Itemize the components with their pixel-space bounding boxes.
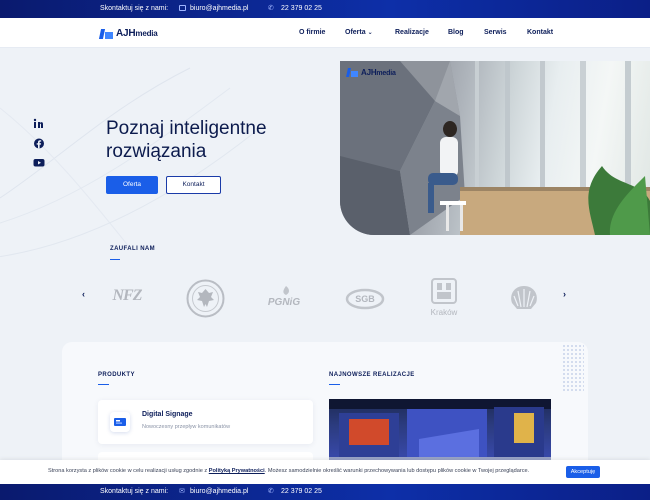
- offer-button[interactable]: Oferta: [106, 176, 158, 194]
- realization-image[interactable]: [329, 399, 551, 463]
- emblem-logo-icon: [186, 279, 225, 318]
- realizations-label: NAJNOWSZE REALIZACJE: [329, 372, 415, 378]
- client-logo-krakow: Kraków: [425, 278, 463, 320]
- flame-icon: [283, 286, 289, 295]
- hero-image-logo: AJHmedia: [346, 67, 396, 78]
- bottom-contact-bar: Skontaktuj się z nami: ✉ biuro@ajhmedia.…: [0, 484, 650, 500]
- site-logo[interactable]: AJHmedia: [98, 27, 158, 40]
- decorative-lines: [0, 67, 261, 258]
- nav-item-oferta-label: Oferta: [345, 29, 366, 36]
- contact-label: Skontaktuj się z nami:: [100, 5, 169, 12]
- youtube-icon[interactable]: [33, 157, 45, 168]
- mail-icon: ✉: [179, 488, 185, 495]
- email-link[interactable]: biuro@ajhmedia.pl: [190, 0, 248, 18]
- hero-image: [340, 61, 650, 235]
- logo-text-suffix: media: [135, 29, 158, 38]
- contact-button[interactable]: Kontakt: [166, 176, 221, 194]
- digital-signage-icon: [110, 412, 130, 432]
- phone-link[interactable]: 22 379 02 25: [281, 0, 322, 18]
- cookie-text-before: Strona korzysta z plików cookie w celu r…: [48, 468, 209, 474]
- chevron-down-icon: ⌄: [367, 30, 373, 36]
- cookie-accept-button[interactable]: Akceptuję: [566, 466, 600, 478]
- phone-icon: ✆: [268, 488, 274, 495]
- logo-text-main: AJH: [116, 28, 136, 39]
- mail-icon: [179, 5, 186, 11]
- client-logo-nfz: NFZ: [112, 287, 143, 304]
- hero-logo-text-main: AJH: [361, 68, 377, 77]
- linkedin-icon[interactable]: [33, 118, 45, 129]
- carousel-next-arrow[interactable]: ›: [563, 289, 566, 299]
- realization-photo-illustration: [329, 399, 551, 463]
- nav-item-oferta[interactable]: Oferta ⌄: [345, 18, 373, 48]
- logo-mark-icon: [98, 28, 113, 39]
- trusted-underline: [110, 259, 120, 260]
- privacy-policy-link[interactable]: Polityką Prywatności: [209, 468, 265, 474]
- bottom-contact-label: Skontaktuj się z nami:: [100, 488, 169, 495]
- krakow-crest-icon: [431, 278, 457, 304]
- product-title: Digital Signage: [142, 411, 193, 418]
- nav-item-kontakt[interactable]: Kontakt: [527, 18, 553, 48]
- nav-item-o-firmie[interactable]: O firmie: [299, 18, 325, 48]
- carousel-prev-arrow[interactable]: ‹: [82, 289, 85, 299]
- nav-item-serwis[interactable]: Serwis: [484, 18, 507, 48]
- products-underline: [98, 384, 109, 385]
- cookie-banner: Strona korzysta z plików cookie w celu r…: [0, 460, 650, 484]
- phone-icon: ✆: [268, 5, 274, 12]
- hero-title-line-2: rozwiązania: [106, 141, 207, 162]
- hero-title-line-1: Poznaj inteligentne: [106, 118, 267, 139]
- cookie-text-after: . Możesz samodzielnie określić warunki p…: [264, 468, 530, 474]
- client-logo-sgb: SGB: [345, 288, 385, 310]
- products-label: PRODUKTY: [98, 372, 135, 378]
- nav-item-realizacje[interactable]: Realizacje: [395, 18, 429, 48]
- hero-logo-text-suffix: media: [376, 70, 396, 77]
- hero-photo-illustration: [340, 61, 650, 235]
- nav-item-blog[interactable]: Blog: [448, 18, 464, 48]
- client-logo-pgnig: PGNiG: [262, 286, 306, 314]
- realizations-underline: [329, 384, 340, 385]
- bottom-phone-link[interactable]: 22 379 02 25: [281, 484, 322, 500]
- bottom-email-link[interactable]: biuro@ajhmedia.pl: [190, 484, 248, 500]
- top-contact-bar: Skontaktuj się z nami: biuro@ajhmedia.pl…: [0, 0, 650, 18]
- main-navigation: AJHmedia O firmie Oferta ⌄ Realizacje Blo…: [0, 18, 650, 48]
- product-card-digital-signage[interactable]: Digital Signage Nowoczesny przepływ komu…: [98, 400, 313, 444]
- decorative-dots: [562, 344, 584, 392]
- facebook-icon[interactable]: [33, 138, 45, 149]
- trusted-label: ZAUFALI NAM: [110, 246, 156, 252]
- hero-title: Poznaj inteligentne rozwiązania: [106, 117, 326, 163]
- cookie-text: Strona korzysta z plików cookie w celu r…: [48, 468, 529, 474]
- product-subtitle: Nowoczesny przepływ komunikatów: [142, 424, 231, 430]
- logo-mark-icon: [346, 68, 358, 77]
- shell-logo-icon: [511, 286, 537, 309]
